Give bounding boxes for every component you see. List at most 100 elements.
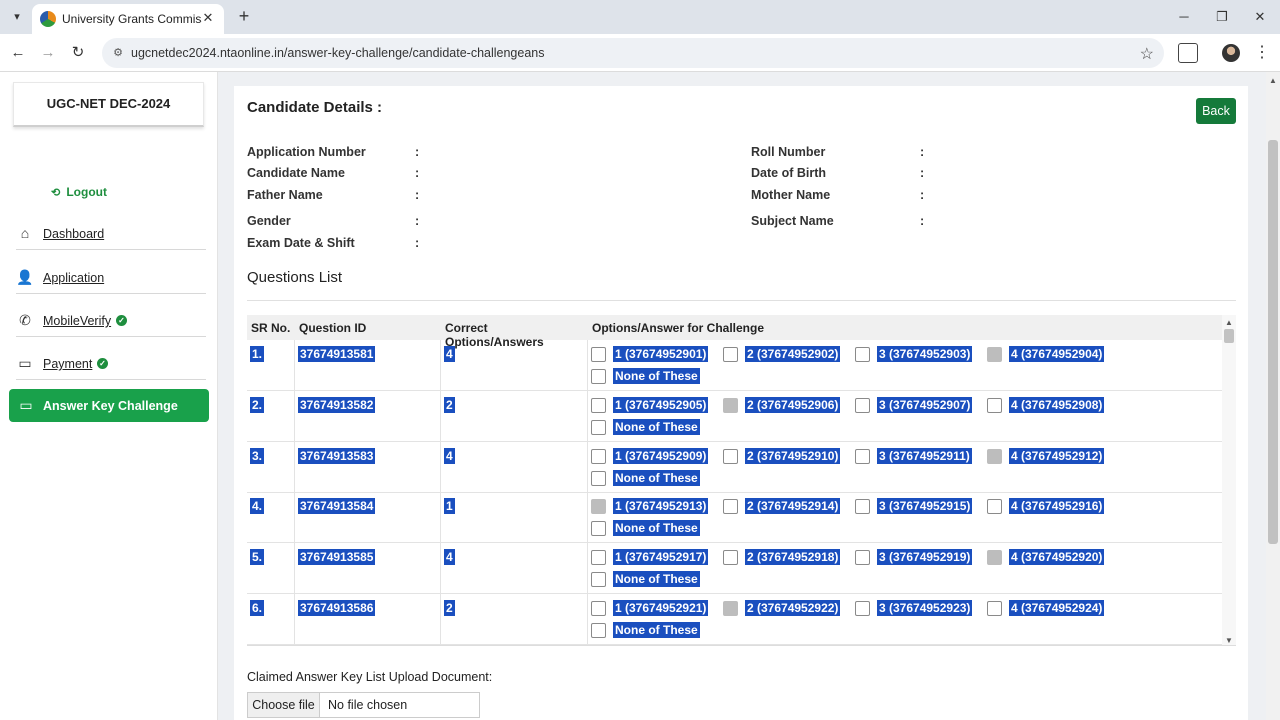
choose-file-button[interactable]: Choose file [248, 693, 320, 717]
option-checkbox[interactable] [591, 550, 606, 566]
sidebar-item-label[interactable]: Application [43, 271, 104, 285]
field-label: Roll Number [751, 145, 826, 159]
questions-table[interactable]: SR No. Question ID Correct Options/Answe… [247, 315, 1236, 646]
option-checkbox[interactable] [723, 347, 738, 362]
back-button[interactable]: Back [1196, 98, 1236, 124]
scroll-up-icon[interactable]: ▲ [1269, 76, 1277, 85]
minimize-icon[interactable]: ─ [1174, 7, 1194, 27]
question-id: 37674913584 [298, 498, 376, 515]
option-label: 3 (37674952915) [877, 498, 973, 515]
page-title: Candidate Details : [247, 99, 383, 116]
logout-icon: ⟲ [51, 187, 61, 199]
option-checkbox[interactable] [591, 448, 606, 464]
sidebar-item-payment[interactable]: ▭ Payment ✓ [16, 346, 206, 380]
option-checkbox[interactable] [591, 419, 606, 435]
field-colon: : [415, 166, 420, 180]
favicon-icon [40, 11, 56, 27]
sidebar-item-label[interactable]: Payment [43, 357, 92, 371]
site-info-icon[interactable]: ⚙ [110, 45, 126, 61]
option-checkbox[interactable] [987, 601, 1002, 616]
option-label: 2 (37674952902) [745, 346, 841, 362]
option-checkbox[interactable] [591, 369, 606, 384]
sidebar-item-label[interactable]: MobileVerify [43, 314, 111, 328]
sidebar-item-label[interactable]: Dashboard [43, 227, 104, 241]
option-checkbox[interactable] [855, 601, 870, 616]
option-checkbox[interactable] [987, 499, 1002, 515]
logout-link[interactable]: ⟲ Logout [51, 185, 107, 199]
option-label: 1 (37674952917) [613, 549, 709, 566]
question-id: 37674913581 [298, 346, 376, 362]
reload-icon[interactable]: ↻ [68, 43, 88, 63]
field-label: Date of Birth [751, 166, 826, 180]
table-row: 2. 37674913582 2 1 (37674952905) 2 (37674952… [247, 390, 1222, 442]
option-label: 4 (37674952920) [1009, 549, 1105, 566]
option-checkbox[interactable] [723, 448, 738, 464]
sidebar-item-dashboard[interactable]: ⌂ Dashboard [16, 216, 206, 250]
brand-card: UGC-NET DEC-2024 [13, 82, 204, 127]
option-checkbox[interactable] [723, 550, 738, 566]
option-label: 1 (37674952901) [613, 346, 709, 362]
option-label: None of These [613, 520, 700, 537]
scroll-up-icon[interactable]: ▲ [1225, 318, 1233, 327]
tab-search-icon[interactable]: ▾ [8, 8, 26, 26]
option-checkbox[interactable] [591, 601, 606, 616]
back-arrow-icon[interactable]: ← [8, 43, 28, 63]
forward-arrow-icon[interactable]: → [38, 43, 58, 63]
question-id-cell: 37674913582 [295, 390, 441, 442]
option-checkbox[interactable] [723, 499, 738, 515]
field-colon: : [920, 145, 925, 159]
option-checkbox[interactable] [987, 397, 1002, 413]
table-row: 6. 37674913586 2 1 (37674952921) 2 (37674952… [247, 594, 1222, 645]
sidebar-item-application[interactable]: 👤 Application [16, 260, 206, 294]
correct-answer-cell: 4 [441, 543, 588, 595]
field-colon: : [415, 145, 420, 159]
option-checkbox[interactable] [855, 550, 870, 566]
option-checkbox[interactable] [591, 397, 606, 413]
table-scrollbar[interactable]: ▲ ▼ [1222, 315, 1236, 645]
questions-list-title: Questions List [247, 269, 343, 286]
file-input[interactable]: Choose file No file chosen [247, 692, 480, 718]
scroll-thumb[interactable] [1224, 329, 1234, 343]
browser-menu-icon[interactable]: ⋮ [1254, 42, 1270, 64]
question-id-cell: 37674913581 [295, 340, 441, 391]
sr-number: 2. [250, 396, 265, 413]
close-tab-icon[interactable]: ✕ [200, 10, 216, 26]
scroll-down-icon[interactable]: ▼ [1225, 636, 1233, 645]
option-checkbox [987, 448, 1002, 464]
extensions-icon[interactable] [1178, 43, 1198, 63]
new-tab-icon[interactable]: + [234, 6, 254, 26]
field-label: Father Name [247, 188, 323, 202]
sidebar-item-mobileverify[interactable]: ✆ MobileVerify ✓ [16, 303, 206, 337]
profile-avatar-icon[interactable] [1222, 44, 1240, 62]
scroll-thumb[interactable] [1268, 140, 1278, 544]
option-checkbox [987, 550, 1002, 566]
correct-answer-cell: 2 [441, 390, 588, 442]
sidebar-item-label: Answer Key Challenge [43, 399, 178, 413]
field-colon: : [415, 236, 420, 250]
browser-tab[interactable]: University Grants Commission ( ✕ [32, 4, 224, 34]
url-text[interactable]: ugcnetdec2024.ntaonline.in/answer-key-ch… [131, 46, 544, 60]
option-checkbox[interactable] [591, 623, 606, 638]
question-id-cell: 37674913583 [295, 441, 441, 493]
option-checkbox[interactable] [855, 499, 870, 515]
option-checkbox[interactable] [855, 397, 870, 413]
option-checkbox[interactable] [591, 347, 606, 362]
page-scrollbar[interactable]: ▲ [1266, 72, 1280, 720]
sidebar-item-answer-key-challenge[interactable]: ▭ Answer Key Challenge [9, 389, 209, 422]
option-checkbox[interactable] [855, 448, 870, 464]
option-checkbox[interactable] [591, 470, 606, 486]
close-window-icon[interactable]: ✕ [1250, 7, 1270, 27]
option-checkbox[interactable] [591, 521, 606, 537]
url-bar[interactable]: ⚙ ugcnetdec2024.ntaonline.in/answer-key-… [102, 38, 1164, 68]
option-checkbox[interactable] [591, 572, 606, 588]
sr-number-cell: 3. [247, 441, 295, 493]
option-label: 2 (37674952914) [745, 498, 841, 515]
question-id-cell: 37674913586 [295, 594, 441, 645]
option-label: 2 (37674952918) [745, 549, 841, 566]
option-label: None of These [613, 368, 700, 384]
option-checkbox[interactable] [855, 347, 870, 362]
restore-icon[interactable]: ❐ [1212, 7, 1232, 27]
option-label: 1 (37674952905) [613, 396, 709, 413]
bookmark-star-icon[interactable]: ☆ [1140, 44, 1154, 64]
field-colon: : [415, 214, 420, 228]
